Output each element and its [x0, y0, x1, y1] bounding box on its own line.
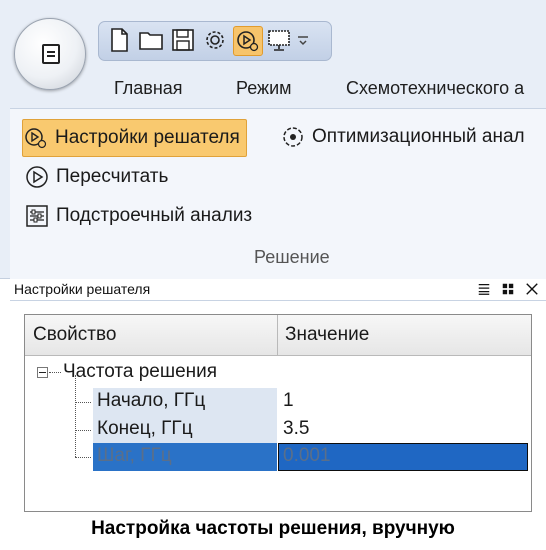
column-header-value[interactable]: Значение [285, 324, 369, 346]
panel-header: Настройки решателя [10, 280, 546, 301]
panel-tools [476, 280, 540, 298]
play-circle-icon [24, 164, 50, 190]
property-row-selected[interactable]: Шаг, ГГц 0.001 [25, 443, 531, 471]
tree-connector [75, 402, 91, 403]
property-row[interactable]: Начало, ГГц 1 [25, 388, 531, 416]
quick-access-toolbar [98, 21, 332, 61]
ribbon-panel: Настройки решателя Оптимизационный анал … [10, 108, 546, 279]
optimization-analysis-button[interactable]: Оптимизационный анал [280, 119, 525, 155]
new-file-icon[interactable] [105, 26, 133, 54]
category-row[interactable]: Частота решения [25, 359, 531, 387]
list-view-icon[interactable] [476, 280, 492, 298]
tab-mode[interactable]: Режим [236, 78, 292, 99]
tree-connector [49, 372, 61, 373]
optimization-label: Оптимизационный анал [312, 126, 525, 147]
close-icon[interactable] [524, 280, 540, 298]
optimization-icon [280, 124, 306, 150]
property-grid: Свойство Значение Частота решения Начало… [24, 314, 532, 512]
recalculate-button[interactable]: Пересчитать [24, 159, 168, 195]
tree-connector [75, 430, 91, 431]
column-header-property[interactable]: Свойство [33, 324, 116, 346]
save-icon[interactable] [169, 26, 197, 54]
group-label: Решение [254, 247, 330, 267]
property-name: Конец, ГГц [97, 418, 193, 439]
property-name: Начало, ГГц [97, 390, 206, 411]
sliders-icon [24, 203, 50, 229]
panel-title: Настройки решателя [14, 281, 151, 297]
property-value[interactable]: 0.001 [283, 445, 331, 467]
property-name: Шаг, ГГц [97, 445, 172, 466]
property-row[interactable]: Конец, ГГц 3.5 [25, 416, 531, 444]
tab-schematic[interactable]: Схемотехнического а [346, 78, 524, 99]
ribbon-tabs: Главная Режим Схемотехнического а [0, 78, 546, 104]
grid-header: Свойство Значение [25, 315, 531, 356]
category-label: Частота решения [63, 361, 218, 382]
property-value[interactable]: 3.5 [283, 418, 309, 440]
solver-settings-button[interactable]: Настройки решателя [22, 119, 247, 157]
solver-settings-label: Настройки решателя [55, 127, 240, 148]
gear-icon[interactable] [201, 26, 229, 54]
customize-dropdown-icon[interactable] [295, 26, 311, 54]
open-folder-icon[interactable] [137, 26, 165, 54]
screen-icon[interactable] [265, 26, 293, 54]
figure-caption: Настройка частоты решения, вручную [91, 518, 455, 539]
tab-home[interactable]: Главная [114, 78, 183, 99]
document-icon [42, 44, 60, 64]
collapse-icon[interactable] [37, 367, 48, 378]
solver-settings-icon[interactable] [233, 26, 263, 56]
solver-settings-icon [23, 125, 49, 151]
ribbon: Главная Режим Схемотехнического а Настро… [0, 0, 546, 279]
column-divider[interactable] [277, 315, 278, 355]
tree-connector [75, 457, 91, 458]
tuning-label: Подстроечный анализ [56, 205, 253, 226]
tuning-analysis-button[interactable]: Подстроечный анализ [24, 198, 252, 234]
property-value[interactable]: 1 [283, 390, 294, 412]
recalculate-label: Пересчитать [56, 166, 169, 187]
grid-view-icon[interactable] [500, 280, 516, 298]
